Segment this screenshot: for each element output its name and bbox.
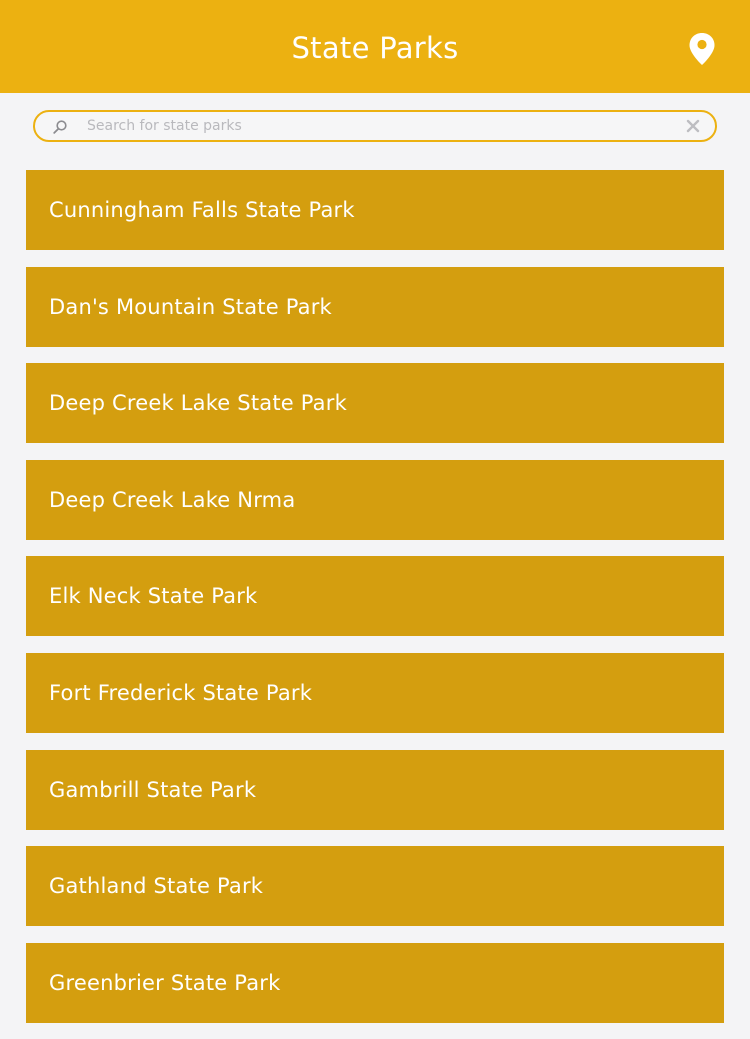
park-name: Cunningham Falls State Park bbox=[49, 198, 355, 222]
app-header: State Parks bbox=[0, 0, 750, 93]
list-item[interactable]: Greenbrier State Park bbox=[26, 942, 724, 1023]
park-name: Deep Creek Lake State Park bbox=[49, 391, 347, 416]
list-item[interactable]: Elk Neck State Park bbox=[26, 556, 724, 637]
list-item[interactable]: Dan's Mountain State Park bbox=[26, 266, 724, 347]
list-item[interactable]: Gathland State Park bbox=[26, 846, 724, 927]
park-name: Gathland State Park bbox=[49, 874, 264, 899]
park-name: Dan's Mountain State Park bbox=[49, 294, 332, 319]
list-item[interactable]: Deep Creek Lake Nrma bbox=[26, 459, 724, 540]
list-item[interactable]: Gambrill State Park bbox=[26, 749, 724, 830]
park-name: Deep Creek Lake Nrma bbox=[49, 487, 296, 512]
park-name: Gambrill State Park bbox=[49, 777, 257, 802]
location-button[interactable] bbox=[688, 32, 716, 66]
search-icon bbox=[53, 120, 67, 134]
park-list: Cunningham Falls State Park Dan's Mounta… bbox=[26, 170, 724, 1039]
list-item[interactable]: Fort Frederick State Park bbox=[26, 652, 724, 733]
search-input[interactable] bbox=[87, 115, 667, 137]
list-item[interactable]: Deep Creek Lake State Park bbox=[26, 363, 724, 444]
park-name: Fort Frederick State Park bbox=[49, 680, 313, 705]
close-icon bbox=[686, 119, 700, 133]
clear-search-button[interactable] bbox=[685, 118, 701, 134]
map-pin-icon bbox=[689, 33, 715, 65]
search-bar bbox=[33, 110, 717, 142]
list-item[interactable]: Cunningham Falls State Park bbox=[26, 170, 724, 250]
park-name: Greenbrier State Park bbox=[49, 970, 281, 995]
page-title: State Parks bbox=[291, 31, 459, 65]
park-name: Elk Neck State Park bbox=[49, 584, 258, 609]
